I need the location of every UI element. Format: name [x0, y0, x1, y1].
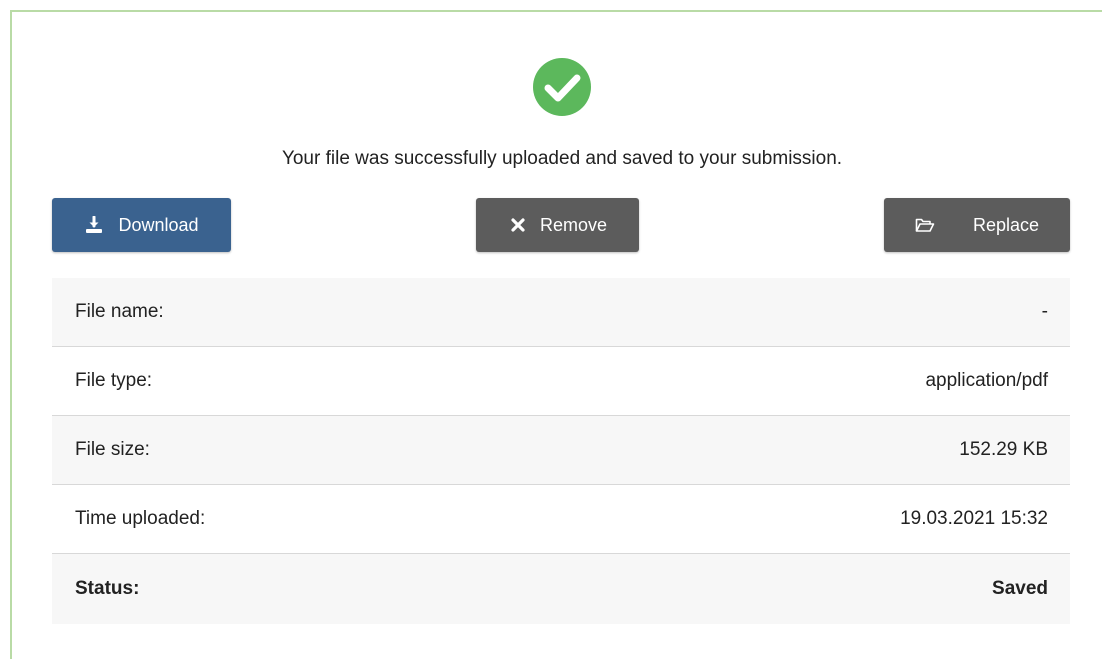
file-size-row: File size: 152.29 KB: [52, 416, 1070, 485]
close-icon: [508, 215, 528, 235]
download-icon: [84, 215, 104, 235]
file-type-value: application/pdf: [925, 370, 1048, 391]
file-type-label: File type:: [75, 370, 153, 391]
status-label: Status:: [75, 578, 140, 599]
upload-result-panel: Your file was successfully uploaded and …: [10, 10, 1102, 659]
remove-button-label: Remove: [539, 214, 608, 235]
file-name-label: File name:: [75, 301, 164, 322]
file-name-row: File name: -: [52, 278, 1070, 347]
file-name-value: -: [1041, 301, 1048, 322]
time-uploaded-value: 19.03.2021 15:32: [900, 508, 1048, 529]
download-button-label: Download: [118, 214, 199, 235]
check-circle-icon: [533, 58, 591, 116]
file-size-value: 152.29 KB: [959, 439, 1048, 460]
replace-button[interactable]: Replace: [884, 198, 1070, 252]
time-uploaded-label: Time uploaded:: [75, 508, 206, 529]
download-button[interactable]: Download: [52, 198, 231, 252]
status-row: Status: Saved: [52, 554, 1070, 624]
file-info-table: File name: - File type: application/pdf …: [52, 278, 1070, 624]
time-uploaded-row: Time uploaded: 19.03.2021 15:32: [52, 485, 1070, 554]
status-value: Saved: [992, 578, 1048, 599]
folder-open-icon: [915, 215, 935, 235]
success-message: Your file was successfully uploaded and …: [281, 148, 843, 169]
file-type-row: File type: application/pdf: [52, 347, 1070, 416]
remove-button[interactable]: Remove: [476, 198, 639, 252]
replace-button-label: Replace: [972, 214, 1040, 235]
file-size-label: File size:: [75, 439, 150, 460]
